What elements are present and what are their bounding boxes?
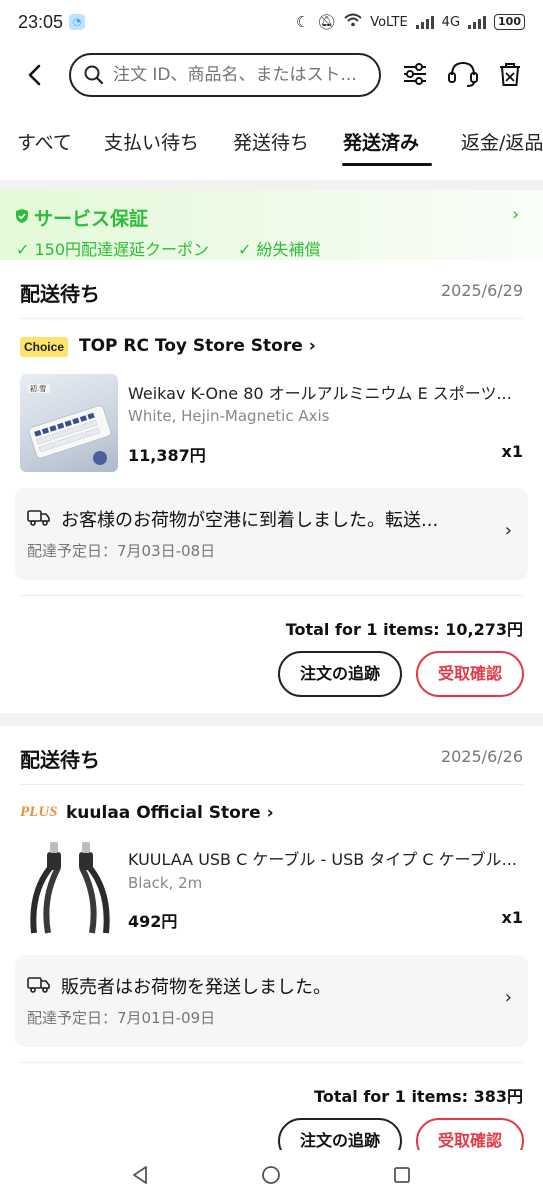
tab-all[interactable]: すべて bbox=[17, 128, 72, 155]
chevron-left-icon bbox=[28, 64, 41, 86]
order-card[interactable]: 配送待ち 2025/6/26 PLUS kuulaa Official Stor… bbox=[0, 726, 543, 1164]
track-order-button[interactable]: 注文の追跡 bbox=[278, 651, 402, 697]
back-button[interactable] bbox=[22, 62, 48, 88]
status-icons: ☾ 🔕︎ VoLTE 4G 100 bbox=[296, 13, 525, 31]
shipping-status-box[interactable]: 販売者はお荷物を発送しました。 配達予定日：7月01日-09日 › bbox=[15, 955, 528, 1047]
headset-icon bbox=[448, 61, 478, 87]
thumb-caption: 初.雪 bbox=[30, 384, 46, 393]
status-time: 23:05 bbox=[18, 11, 64, 32]
order-date: 2025/6/29 bbox=[440, 281, 523, 300]
header bbox=[0, 50, 543, 102]
divider bbox=[20, 1062, 523, 1063]
store-link[interactable]: kuulaa Official Store › bbox=[66, 803, 274, 823]
product-title[interactable]: Weikav K-One 80 オールアルミニウム E スポーツ... bbox=[128, 380, 518, 404]
order-date: 2025/6/26 bbox=[440, 747, 523, 766]
product-thumbnail[interactable] bbox=[20, 838, 118, 936]
nav-back-icon[interactable] bbox=[130, 1165, 150, 1185]
system-nav-bar bbox=[0, 1150, 543, 1200]
usb-c-cable-image bbox=[30, 842, 110, 934]
plus-badge: PLUS bbox=[20, 804, 58, 820]
filter-button[interactable] bbox=[401, 60, 429, 88]
status-bar: 23:05 ◔ ☾ 🔕︎ VoLTE 4G 100 bbox=[0, 0, 543, 44]
guarantee-item: ✓ 150円配達遅延クーポン bbox=[16, 236, 209, 260]
keyboard-image: 初.雪 bbox=[28, 384, 112, 465]
product-quantity: x1 bbox=[501, 442, 523, 461]
shipping-status-box[interactable]: お客様のお荷物が空港に到着しました。転送... 配達予定日：7月03日-08日 … bbox=[15, 488, 528, 580]
search-box[interactable] bbox=[69, 53, 381, 97]
confirm-receipt-button[interactable]: 受取確認 bbox=[416, 651, 524, 697]
divider bbox=[20, 595, 523, 596]
shipping-message: 販売者はお荷物を発送しました。 bbox=[61, 977, 331, 998]
product-variant: Black, 2m bbox=[128, 874, 203, 892]
trash-icon bbox=[500, 63, 520, 86]
product-price: 492円 bbox=[128, 912, 178, 931]
signal-icon-2 bbox=[468, 15, 487, 29]
chevron-right-icon: › bbox=[512, 204, 520, 225]
battery-icon: 100 bbox=[494, 14, 525, 30]
order-tabs: すべて 支払い待ち 発送待ち 発送済み 返金/返品 bbox=[0, 118, 543, 170]
tab-refund-return[interactable]: 返金/返品 bbox=[461, 128, 543, 155]
order-total: Total for 1 items: 10,273円 bbox=[285, 620, 523, 639]
product-thumbnail[interactable]: 初.雪 bbox=[20, 374, 118, 472]
order-card[interactable]: 配送待ち 2025/6/29 Choice TOP RC Toy Store S… bbox=[0, 260, 543, 713]
check-icon: ✓ bbox=[238, 240, 257, 259]
muted-bell-icon: 🔕︎ bbox=[317, 13, 337, 31]
guarantee-item-label: 紛失補償 bbox=[256, 240, 321, 259]
filter-sliders-icon bbox=[404, 63, 426, 85]
delete-button[interactable] bbox=[497, 60, 525, 88]
chevron-right-icon: › bbox=[308, 336, 316, 356]
search-input[interactable] bbox=[113, 65, 367, 85]
active-tab-indicator bbox=[342, 163, 432, 166]
guarantee-item: ✓ 紛失補償 bbox=[238, 236, 321, 260]
order-status: 配送待ち bbox=[20, 282, 100, 306]
search-icon bbox=[84, 65, 104, 85]
wifi-icon bbox=[344, 13, 362, 31]
product-price: 11,387円 bbox=[128, 446, 206, 465]
store-link[interactable]: TOP RC Toy Store Store › bbox=[79, 336, 316, 356]
tab-awaiting-shipment[interactable]: 発送待ち bbox=[233, 128, 309, 155]
delivery-eta: 配達予定日：7月03日-08日 bbox=[27, 542, 216, 560]
store-name: kuulaa Official Store bbox=[66, 803, 261, 823]
app-notification-icon: ◔ bbox=[69, 14, 86, 30]
choice-badge: Choice bbox=[20, 337, 68, 357]
divider bbox=[20, 784, 523, 785]
network-gen-label: 4G bbox=[441, 14, 461, 30]
tab-shipped[interactable]: 発送済み bbox=[343, 128, 419, 155]
nav-recents-icon[interactable] bbox=[393, 1166, 411, 1184]
nav-home-icon[interactable] bbox=[261, 1165, 281, 1185]
truck-icon bbox=[27, 977, 50, 993]
shield-check-icon bbox=[16, 209, 28, 223]
signal-icon bbox=[415, 15, 434, 29]
section-divider bbox=[0, 180, 543, 190]
truck-icon bbox=[27, 510, 50, 526]
chevron-right-icon: › bbox=[504, 987, 512, 1008]
divider bbox=[20, 318, 523, 319]
store-name: TOP RC Toy Store Store bbox=[79, 336, 303, 356]
delivery-eta: 配達予定日：7月01日-09日 bbox=[27, 1009, 216, 1027]
chevron-right-icon: › bbox=[504, 520, 512, 541]
order-total: Total for 1 items: 383円 bbox=[314, 1087, 523, 1106]
tab-awaiting-payment[interactable]: 支払い待ち bbox=[104, 128, 199, 155]
product-quantity: x1 bbox=[501, 908, 523, 927]
moon-icon: ☾ bbox=[295, 13, 310, 31]
order-status: 配送待ち bbox=[20, 748, 100, 772]
volte-label: VoLTE bbox=[370, 14, 408, 30]
service-guarantee-banner[interactable]: サービス保証 › ✓ 150円配達遅延クーポン ✓ 紛失補償 bbox=[0, 190, 543, 260]
check-icon: ✓ bbox=[16, 240, 35, 259]
guarantee-item-label: 150円配達遅延クーポン bbox=[34, 240, 210, 259]
customer-service-button[interactable] bbox=[447, 60, 479, 88]
shipping-message: お客様のお荷物が空港に到着しました。転送... bbox=[61, 510, 439, 531]
product-variant: White, Hejin-Magnetic Axis bbox=[128, 407, 330, 425]
section-divider bbox=[0, 713, 543, 726]
chevron-right-icon: › bbox=[266, 803, 274, 823]
guarantee-title: サービス保証 bbox=[34, 208, 149, 230]
product-title[interactable]: KUULAA USB C ケーブル - USB タイプ C ケーブル... bbox=[128, 846, 518, 870]
